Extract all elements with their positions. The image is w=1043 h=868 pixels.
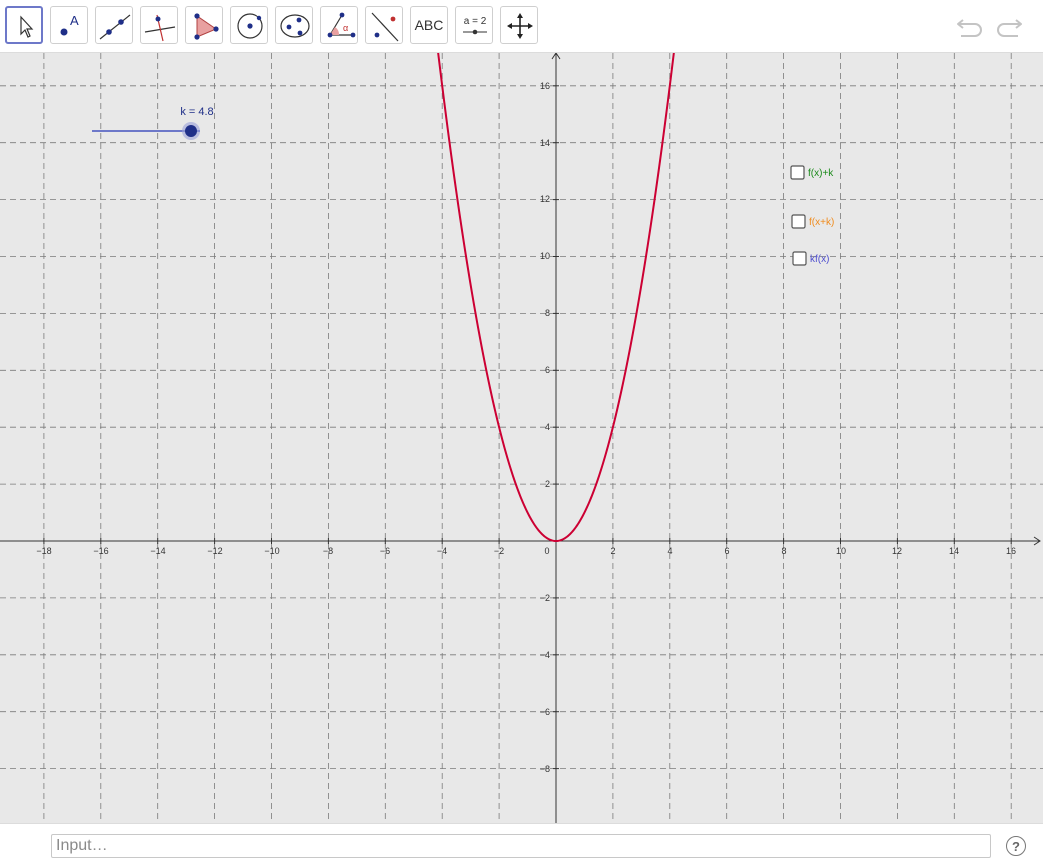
circle-tool-button[interactable] xyxy=(230,6,268,44)
y-tick-label: 16 xyxy=(540,81,550,91)
x-tick-label: 2 xyxy=(610,546,615,556)
reflect-about-line-icon xyxy=(371,12,399,42)
y-tick-label: −2 xyxy=(540,593,550,603)
move-tool-button[interactable] xyxy=(5,6,43,44)
graphics-view[interactable]: −18 −16 −14 −12 −10 −8 −6 −4 −2 0 2 4 6 … xyxy=(0,53,1043,823)
x-tick-label: −6 xyxy=(380,546,390,556)
x-tick-labels: −18 −16 −14 −12 −10 −8 −6 −4 −2 0 2 4 6 … xyxy=(36,546,1016,556)
angle-tool-label: α xyxy=(343,23,348,33)
perpendicular-tool-button[interactable] xyxy=(140,6,178,44)
point-tool-label: A xyxy=(70,13,79,28)
circle-center-point-icon xyxy=(237,13,263,39)
point-tool-button[interactable]: A xyxy=(50,6,88,44)
checkbox-f-plus-k[interactable]: f(x)+k xyxy=(790,165,834,180)
redo-icon[interactable] xyxy=(992,12,1024,40)
y-tick-label: 6 xyxy=(545,365,550,375)
perpendicular-line-icon xyxy=(144,14,176,42)
checkbox-f-of-x-plus-k[interactable]: f(x+k) xyxy=(791,214,834,229)
graphics-canvas[interactable]: −18 −16 −14 −12 −10 −8 −6 −4 −2 0 2 4 6 … xyxy=(0,53,1043,823)
polygon-tool-button[interactable] xyxy=(185,6,223,44)
y-tick-label: 12 xyxy=(540,194,550,204)
y-tick-label: −6 xyxy=(540,707,550,717)
algebra-input[interactable] xyxy=(51,834,991,858)
x-tick-label: −4 xyxy=(437,546,447,556)
checkbox-label: f(x+k) xyxy=(809,217,834,228)
checkbox-k-times-f[interactable]: kf(x) xyxy=(792,251,829,266)
y-tick-label: 10 xyxy=(540,251,550,261)
slider-tool-button[interactable]: a = 2 xyxy=(455,6,493,44)
y-tick-label: −4 xyxy=(540,650,550,660)
x-tick-label: −8 xyxy=(323,546,333,556)
axes xyxy=(0,53,1041,823)
checkbox-label: kf(x) xyxy=(810,254,829,265)
y-tick-label: 14 xyxy=(540,138,550,148)
slider-label: k = 4.8 xyxy=(180,106,213,118)
text-tool-button[interactable]: ABC xyxy=(410,6,448,44)
slider-tool-label: a = 2 xyxy=(464,16,487,27)
x-tick-label: 10 xyxy=(836,546,846,556)
checkbox-box[interactable] xyxy=(790,165,805,180)
polygon-icon xyxy=(194,13,219,40)
x-tick-label: −18 xyxy=(36,546,51,556)
x-tick-label: 4 xyxy=(667,546,672,556)
checkbox-label: f(x)+k xyxy=(808,168,834,179)
x-tick-label: 14 xyxy=(949,546,959,556)
undo-icon[interactable] xyxy=(955,12,987,40)
grid-lines xyxy=(0,53,1043,823)
x-tick-label: −12 xyxy=(207,546,222,556)
y-tick-label: 4 xyxy=(545,422,550,432)
x-tick-label: 16 xyxy=(1006,546,1016,556)
input-bar: ? xyxy=(0,823,1043,868)
y-tick-label: 2 xyxy=(545,479,550,489)
x-tick-label: −14 xyxy=(150,546,165,556)
reflect-tool-button[interactable] xyxy=(365,6,403,44)
slider-icon: a = 2 xyxy=(463,16,487,35)
x-tick-label: −16 xyxy=(93,546,108,556)
x-tick-label: 12 xyxy=(892,546,902,556)
y-tick-label: −8 xyxy=(540,764,550,774)
ellipse-icon xyxy=(280,14,310,38)
help-icon[interactable]: ? xyxy=(1006,836,1026,856)
move-graphics-view-icon xyxy=(507,13,533,39)
checkbox-box[interactable] xyxy=(791,214,806,229)
y-tick-label: 8 xyxy=(545,308,550,318)
line-through-points-icon xyxy=(99,14,131,40)
x-tick-label: −2 xyxy=(494,546,504,556)
toolbar: A α ABC a = 2 xyxy=(0,0,1043,53)
cursor-arrow-icon xyxy=(20,15,34,38)
x-tick-label: 6 xyxy=(724,546,729,556)
move-graphics-tool-button[interactable] xyxy=(500,6,538,44)
x-tick-label: 0 xyxy=(544,546,549,556)
point-icon: A xyxy=(60,13,79,36)
ellipse-tool-button[interactable] xyxy=(275,6,313,44)
slider-k[interactable]: k = 4.8 xyxy=(92,106,214,140)
geogebra-app: A α ABC a = 2 −18 −16 −14 −12 −10 −8 −6 … xyxy=(0,0,1043,868)
text-icon: ABC xyxy=(414,17,444,33)
checkbox-box[interactable] xyxy=(792,251,807,266)
x-tick-label: 8 xyxy=(781,546,786,556)
slider-handle[interactable] xyxy=(185,125,197,137)
line-tool-button[interactable] xyxy=(95,6,133,44)
angle-icon: α xyxy=(327,12,356,38)
angle-tool-button[interactable]: α xyxy=(320,6,358,44)
x-tick-label: −10 xyxy=(264,546,279,556)
